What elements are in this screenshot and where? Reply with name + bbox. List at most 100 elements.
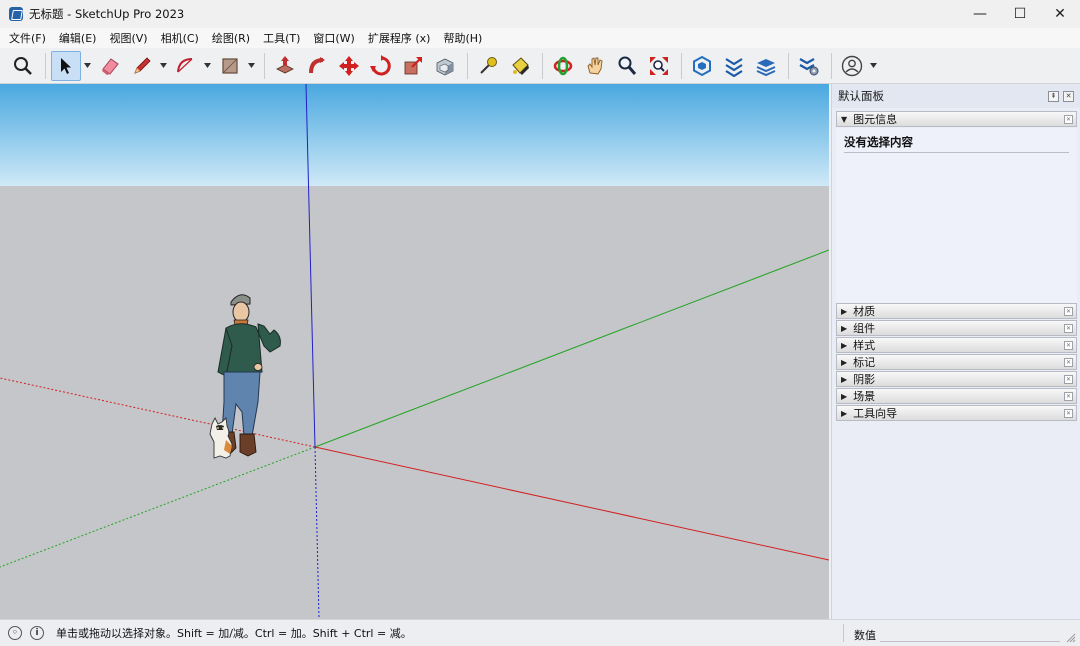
select-arrow-icon[interactable] bbox=[51, 50, 81, 81]
search-icon[interactable] bbox=[8, 51, 38, 81]
layout-icon[interactable] bbox=[751, 51, 781, 81]
tray-close-icon[interactable]: ✕ bbox=[1064, 358, 1073, 367]
tray-styles[interactable]: ▶ 样式 ✕ bbox=[836, 337, 1077, 353]
menu-extensions[interactable]: 扩展程序 (x) bbox=[363, 30, 436, 46]
sky-background bbox=[0, 84, 829, 186]
tray-components[interactable]: ▶ 组件 ✕ bbox=[836, 320, 1077, 336]
tray-label: 场景 bbox=[853, 390, 876, 403]
select-dropdown-caret-icon[interactable] bbox=[83, 51, 91, 81]
collapsed-triangle-icon: ▶ bbox=[841, 323, 848, 333]
orbit-icon[interactable] bbox=[548, 51, 578, 81]
panel-header: 默认面板 ⇞ ✕ bbox=[832, 84, 1080, 108]
pencil-icon[interactable] bbox=[127, 51, 157, 81]
rotate-icon[interactable] bbox=[366, 51, 396, 81]
pin-icon[interactable]: ⇞ bbox=[1048, 90, 1059, 102]
offset-icon[interactable] bbox=[430, 51, 460, 81]
menu-view[interactable]: 视图(V) bbox=[104, 30, 152, 46]
tray-shadows[interactable]: ▶ 阴影 ✕ bbox=[836, 371, 1077, 387]
paint-bucket-icon[interactable] bbox=[505, 51, 535, 81]
tray-label: 样式 bbox=[853, 339, 876, 352]
scale-icon[interactable] bbox=[398, 51, 428, 81]
scene-canvas[interactable] bbox=[0, 84, 829, 619]
tray-close-icon[interactable]: ✕ bbox=[1064, 324, 1073, 333]
rectangle-dropdown-caret-icon[interactable] bbox=[247, 51, 255, 81]
window-controls: — ☐ ✕ bbox=[960, 0, 1080, 28]
rectangle-icon[interactable] bbox=[215, 51, 245, 81]
menu-camera[interactable]: 相机(C) bbox=[156, 30, 204, 46]
collapsed-triangle-icon: ▶ bbox=[841, 340, 848, 350]
window-title: 无标题 - SketchUp Pro 2023 bbox=[29, 7, 185, 21]
status-divider bbox=[843, 624, 844, 642]
toolbar-separator bbox=[681, 52, 682, 79]
pencil-dropdown-caret-icon[interactable] bbox=[159, 51, 167, 81]
tray-close-icon[interactable]: ✕ bbox=[1064, 392, 1073, 401]
tray-label: 阴影 bbox=[853, 373, 876, 386]
tray-close-icon[interactable]: ✕ bbox=[1064, 375, 1073, 384]
account-icon[interactable] bbox=[837, 51, 867, 81]
close-panel-icon[interactable]: ✕ bbox=[1063, 90, 1074, 102]
tray-label: 组件 bbox=[853, 322, 876, 335]
toolbar-separator bbox=[542, 52, 543, 79]
panel-title: 默认面板 bbox=[838, 89, 884, 103]
tray-scenes[interactable]: ▶ 场景 ✕ bbox=[836, 388, 1077, 404]
collapsed-triangle-icon: ▶ bbox=[841, 408, 848, 418]
tray-label: 材质 bbox=[853, 305, 876, 318]
collapsed-triangle-icon: ▶ bbox=[841, 374, 848, 384]
menu-file[interactable]: 文件(F) bbox=[4, 30, 51, 46]
tray-close-icon[interactable]: ✕ bbox=[1064, 307, 1073, 316]
tray-close-icon[interactable]: ✕ bbox=[1064, 341, 1073, 350]
arc-dropdown-caret-icon[interactable] bbox=[203, 51, 211, 81]
move-icon[interactable] bbox=[334, 51, 364, 81]
menu-window[interactable]: 窗口(W) bbox=[308, 30, 359, 46]
geo-location-icon[interactable]: ◦ bbox=[8, 626, 22, 640]
status-hint: 单击或拖动以选择对象。Shift = 加/减。Ctrl = 加。Shift + … bbox=[56, 627, 412, 640]
menu-tools[interactable]: 工具(T) bbox=[258, 30, 305, 46]
toolbar-separator bbox=[467, 52, 468, 79]
info-icon[interactable]: i bbox=[30, 626, 44, 640]
tray-close-icon[interactable]: ✕ bbox=[1064, 409, 1073, 418]
tray-close-icon[interactable]: ✕ bbox=[1064, 115, 1073, 124]
follow-me-icon[interactable] bbox=[302, 51, 332, 81]
eraser-icon[interactable] bbox=[95, 51, 125, 81]
tray-label: 标记 bbox=[853, 356, 876, 369]
expanded-triangle-icon: ▼ bbox=[841, 114, 848, 124]
maximize-button[interactable]: ☐ bbox=[1000, 0, 1040, 28]
close-button[interactable]: ✕ bbox=[1040, 0, 1080, 28]
tray-materials[interactable]: ▶ 材质 ✕ bbox=[836, 303, 1077, 319]
toolbar-separator bbox=[788, 52, 789, 79]
collapsed-triangle-icon: ▶ bbox=[841, 391, 848, 401]
menu-bar: 文件(F) 编辑(E) 视图(V) 相机(C) 绘图(R) 工具(T) 窗口(W… bbox=[0, 28, 1080, 48]
collapsed-triangle-icon: ▶ bbox=[841, 357, 848, 367]
measurements-input[interactable] bbox=[880, 624, 1060, 642]
measurements-label: 数值 bbox=[854, 629, 876, 642]
arc-icon[interactable] bbox=[171, 51, 201, 81]
status-bar: ◦ i 单击或拖动以选择对象。Shift = 加/减。Ctrl = 加。Shif… bbox=[0, 619, 1080, 646]
minimize-button[interactable]: — bbox=[960, 0, 1000, 28]
sketchup-logo-icon bbox=[9, 7, 23, 21]
3d-warehouse-icon[interactable] bbox=[687, 51, 717, 81]
divider bbox=[844, 152, 1069, 153]
main-toolbar bbox=[0, 48, 1080, 84]
toolbar-separator bbox=[45, 52, 46, 79]
tray-tags[interactable]: ▶ 标记 ✕ bbox=[836, 354, 1077, 370]
default-tray-panel: 默认面板 ⇞ ✕ ▼ 图元信息 ✕ 没有选择内容 ▶ 材质 ✕ ▶ 组件 ✕ ▶… bbox=[831, 84, 1080, 619]
zoom-icon[interactable] bbox=[612, 51, 642, 81]
tape-measure-icon[interactable] bbox=[473, 51, 503, 81]
menu-draw[interactable]: 绘图(R) bbox=[207, 30, 255, 46]
menu-help[interactable]: 帮助(H) bbox=[438, 30, 487, 46]
account-dropdown-caret-icon[interactable] bbox=[869, 51, 877, 81]
title-bar: 无标题 - SketchUp Pro 2023 — ☐ ✕ bbox=[0, 0, 1080, 28]
ground-plane bbox=[0, 186, 829, 619]
push-pull-icon[interactable] bbox=[270, 51, 300, 81]
resize-grip-icon[interactable] bbox=[1066, 633, 1076, 643]
zoom-extents-icon[interactable] bbox=[644, 51, 674, 81]
tray-entity-info[interactable]: ▼ 图元信息 ✕ bbox=[836, 111, 1077, 127]
menu-edit[interactable]: 编辑(E) bbox=[54, 30, 102, 46]
tray-instructor[interactable]: ▶ 工具向导 ✕ bbox=[836, 405, 1077, 421]
extension-warehouse-icon[interactable] bbox=[719, 51, 749, 81]
tray-label: 图元信息 bbox=[853, 113, 898, 126]
extension-manager-icon[interactable] bbox=[794, 51, 824, 81]
pan-icon[interactable] bbox=[580, 51, 610, 81]
toolbar-separator bbox=[264, 52, 265, 79]
drawing-viewport[interactable] bbox=[0, 84, 829, 619]
